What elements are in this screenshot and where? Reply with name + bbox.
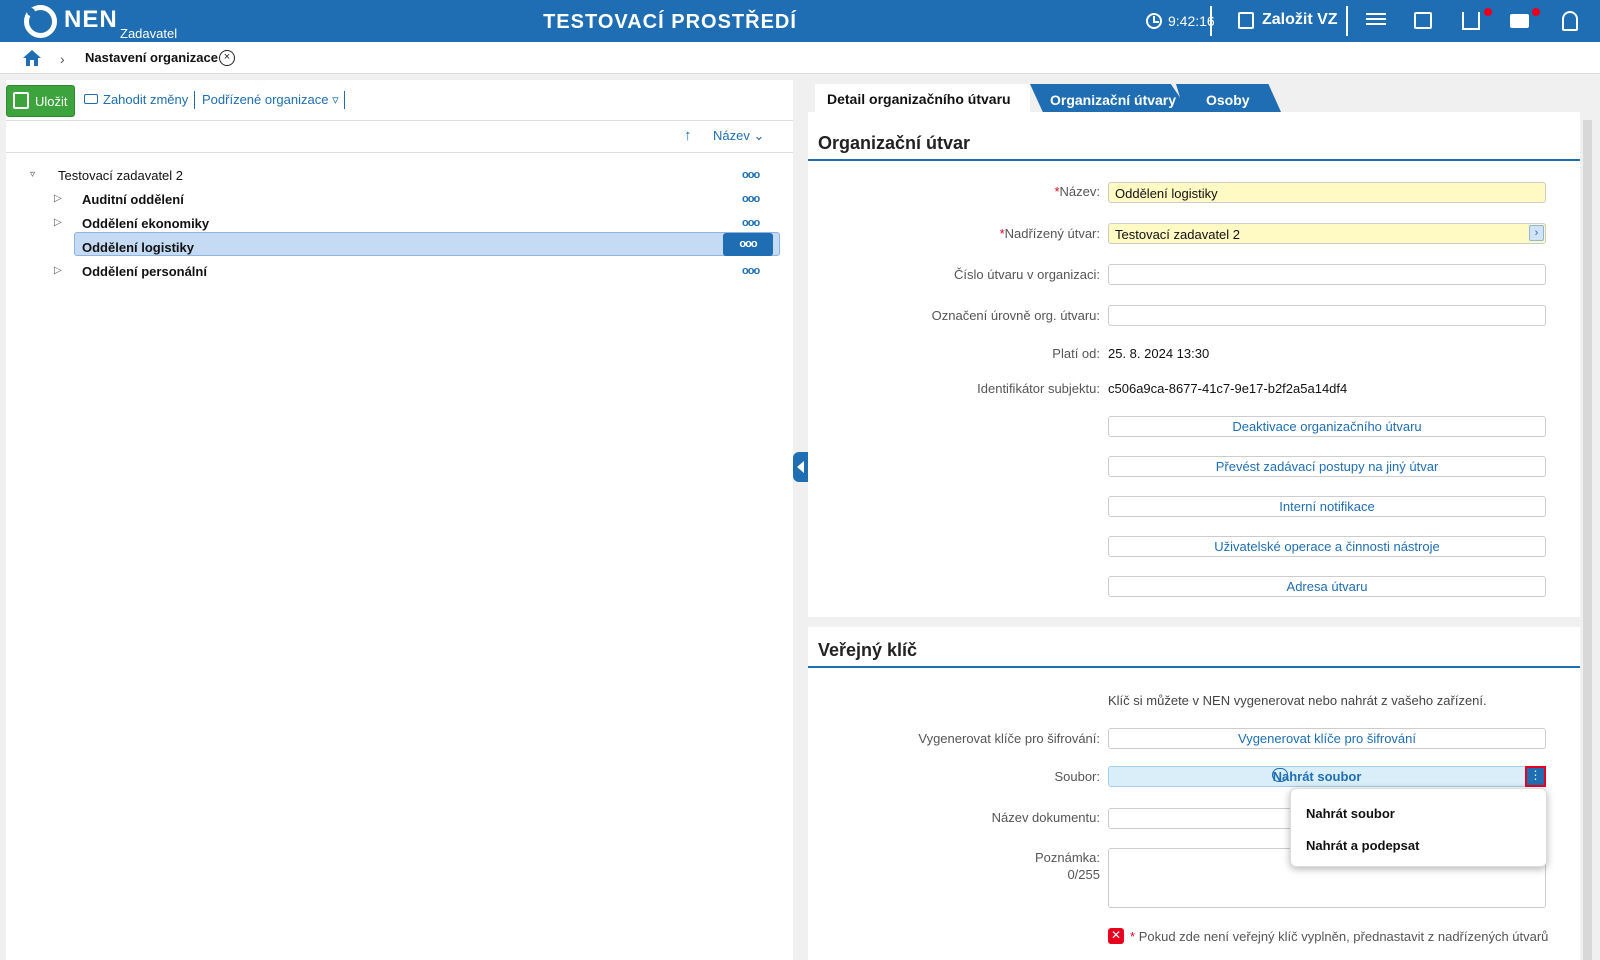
upload-options-menu [1290, 788, 1547, 867]
tree-expand-icon[interactable]: ▷ [54, 265, 62, 276]
tab-detail[interactable]: Detail organizačního útvaru [815, 84, 1030, 112]
nen-logo-icon[interactable] [24, 5, 57, 38]
tab-persons[interactable]: Osoby [1176, 84, 1281, 112]
document-name-label: Název dokumentu: [991, 810, 1100, 825]
tree-expand-icon[interactable]: ▷ [54, 217, 62, 228]
tree-item-root[interactable]: Testovací zadavatel 2 [58, 168, 183, 183]
logo-text[interactable]: NEN [64, 6, 118, 34]
topbar-divider [1346, 6, 1348, 36]
logo-subtitle: Zadavatel [120, 26, 178, 41]
breadcrumb [0, 42, 1600, 74]
toolbar-divider [194, 91, 195, 109]
save-icon [13, 92, 29, 109]
user-operations-button[interactable]: Uživatelské operace a činnosti nástroje [1108, 536, 1546, 557]
section-divider [808, 666, 1580, 668]
download-alert-dot [1484, 8, 1492, 16]
unit-number-label: Číslo útvaru v organizaci: [954, 267, 1100, 282]
mail-alert-dot [1532, 8, 1540, 16]
sort-by-name[interactable]: Název ⌄ [713, 128, 764, 144]
note-label: Poznámka: [1034, 850, 1100, 865]
parent-unit-field[interactable]: Testovací zadavatel 2 [1108, 223, 1546, 244]
subordinate-orgs-dropdown[interactable]: Podřízené organizace ▿ [202, 92, 339, 108]
chevron-right-icon[interactable]: › [1529, 225, 1544, 241]
public-key-info: Klíč si můžete v NEN vygenerovat nebo na… [1108, 693, 1487, 708]
download-icon[interactable] [1462, 12, 1480, 30]
close-icon[interactable]: × [219, 50, 235, 66]
divider [6, 152, 793, 153]
section-title: Veřejný klíč [818, 640, 918, 660]
user-icon[interactable] [1562, 11, 1578, 31]
checkbox-unchecked-icon[interactable]: ✕ [1108, 928, 1124, 944]
toolbar-divider [344, 91, 345, 109]
row-more-icon[interactable]: ooo [742, 217, 760, 229]
parent-label: *Nadřízený útvar: [810, 226, 1100, 241]
tree-item[interactable]: Oddělení personální [82, 264, 207, 279]
parent-label-text: Nadřízený útvar: [1004, 226, 1100, 241]
generate-keys-button[interactable]: Vygenerovat klíče pro šifrování [1108, 728, 1546, 749]
file-label: Soubor: [1054, 769, 1100, 784]
topbar-divider [1210, 6, 1212, 36]
chevron-right-icon: › [60, 51, 65, 67]
cloud-upload-icon [1272, 768, 1288, 782]
menu-item-upload-and-sign[interactable]: Nahrát a podepsat [1306, 838, 1419, 853]
upload-file-button[interactable]: Nahrát soubor [1108, 766, 1526, 787]
unit-number-field[interactable] [1108, 264, 1546, 285]
deactivate-unit-button[interactable]: Deaktivace organizačního útvaru [1108, 416, 1546, 437]
more-options-icon[interactable]: ⋮ [1525, 766, 1546, 787]
row-more-icon[interactable]: ooo [723, 233, 773, 256]
tree-expand-icon[interactable]: ▷ [54, 193, 62, 204]
session-clock: 9:42:16 [1168, 13, 1215, 29]
inherit-key-text: Pokud zde není veřejný klíč vyplněn, pře… [1138, 929, 1549, 944]
menu-item-upload-file[interactable]: Nahrát soubor [1306, 806, 1395, 821]
divider [6, 120, 793, 121]
discard-changes-button[interactable]: Zahodit změny [103, 92, 188, 107]
document-name-field[interactable] [1108, 808, 1308, 829]
section-title: Organizační útvar [818, 133, 971, 153]
internal-notifications-button[interactable]: Interní notifikace [1108, 496, 1546, 517]
name-label-text: Název: [1059, 184, 1100, 199]
calendar-icon[interactable] [1414, 12, 1432, 29]
subject-id-value: c506a9ca-8677-41c7-9e17-b2f2a5a14df4 [1108, 381, 1348, 396]
environment-title: TESTOVACÍ PROSTŘEDÍ [543, 11, 797, 33]
inherit-key-label: * Pokud zde není veřejný klíč vyplněn, p… [1130, 929, 1548, 944]
section-divider [808, 159, 1580, 161]
undo-icon [84, 94, 98, 104]
edit-icon[interactable] [1238, 12, 1254, 29]
left-panel [6, 80, 793, 960]
menu-icon[interactable] [1366, 10, 1386, 30]
breadcrumb-current: Nastavení organizace [85, 50, 218, 65]
clock-icon [1146, 13, 1162, 29]
generate-keys-label: Vygenerovat klíče pro šifrování: [918, 731, 1100, 746]
tree-item-selected-label[interactable]: Oddělení logistiky [82, 240, 194, 255]
subject-id-label: Identifikátor subjektu: [977, 381, 1100, 396]
scrollbar[interactable] [1583, 120, 1592, 960]
unit-level-field[interactable] [1108, 305, 1546, 326]
mail-icon[interactable] [1510, 14, 1529, 28]
name-field[interactable]: Oddělení logistiky [1108, 182, 1546, 203]
home-icon[interactable] [22, 49, 42, 67]
collapse-panel-handle[interactable] [793, 452, 809, 482]
sort-direction-icon[interactable]: ↑ [684, 127, 692, 144]
tree-item[interactable]: Auditní oddělení [82, 192, 184, 207]
row-more-icon[interactable]: ooo [742, 193, 760, 205]
tree-item[interactable]: Oddělení ekonomiky [82, 216, 209, 231]
valid-from-value: 25. 8. 2024 13:30 [1108, 346, 1210, 361]
unit-address-button[interactable]: Adresa útvaru [1108, 576, 1546, 597]
row-more-icon[interactable]: ooo [742, 169, 760, 181]
unit-level-label: Označení úrovně org. útvaru: [931, 308, 1100, 323]
create-tender-button[interactable]: Založit VZ [1262, 11, 1338, 29]
required-mark: * [1130, 929, 1136, 944]
note-char-count: 0/255 [1067, 867, 1100, 882]
valid-from-label: Platí od: [1052, 346, 1100, 361]
tree-expand-icon[interactable]: ▿ [30, 169, 35, 180]
name-label: *Název: [810, 184, 1100, 199]
tab-org-units[interactable]: Organizační útvary [1030, 84, 1190, 112]
row-more-icon[interactable]: ooo [742, 265, 760, 277]
transfer-procedures-button[interactable]: Převést zadávací postupy na jiný útvar [1108, 456, 1546, 477]
